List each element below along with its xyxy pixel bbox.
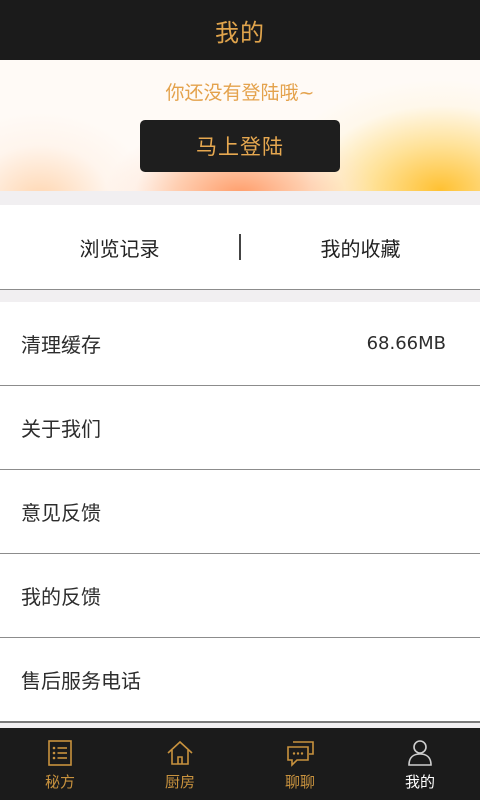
cache-size-value: 68.66MB <box>366 333 446 354</box>
login-banner: 你还没有登陆哦~ 马上登陆 <box>0 60 480 191</box>
feedback-label: 意见反馈 <box>21 501 101 525</box>
tab-recipes-label: 秘方 <box>44 773 75 791</box>
tab-recipes[interactable]: 秘方 <box>0 728 120 800</box>
login-button[interactable]: 马上登陆 <box>140 120 340 172</box>
about-us-label: 关于我们 <box>21 417 101 441</box>
tab-chat[interactable]: 聊聊 <box>240 728 360 800</box>
quick-links-row: 浏览记录 我的收藏 <box>0 205 480 290</box>
settings-list: 清理缓存 68.66MB 关于我们 意见反馈 我的反馈 售后服务电话 <box>0 302 480 723</box>
house-icon <box>167 740 193 765</box>
bottom-tab-bar: 秘方 厨房 聊聊 我的 <box>0 728 480 800</box>
tab-chat-label: 聊聊 <box>284 773 315 791</box>
login-prompt: 你还没有登陆哦~ <box>165 82 315 104</box>
tab-mine[interactable]: 我的 <box>360 728 480 800</box>
chat-icon <box>287 741 314 767</box>
page-title: 我的 <box>215 18 265 47</box>
about-us-row[interactable]: 关于我们 <box>0 386 480 470</box>
my-favorites-link[interactable]: 我的收藏 <box>241 233 480 262</box>
tab-mine-label: 我的 <box>404 773 435 791</box>
person-icon <box>408 740 432 766</box>
tab-kitchen[interactable]: 厨房 <box>120 728 240 800</box>
clear-cache-row[interactable]: 清理缓存 68.66MB <box>0 302 480 386</box>
service-phone-row[interactable]: 售后服务电话 <box>0 638 480 723</box>
my-feedback-label: 我的反馈 <box>21 585 101 609</box>
browse-history-link[interactable]: 浏览记录 <box>0 233 239 262</box>
service-phone-label: 售后服务电话 <box>21 669 141 693</box>
my-feedback-row[interactable]: 我的反馈 <box>0 554 480 638</box>
clear-cache-label: 清理缓存 <box>21 333 101 357</box>
feedback-row[interactable]: 意见反馈 <box>0 470 480 554</box>
list-icon <box>48 740 72 766</box>
tab-kitchen-label: 厨房 <box>164 773 195 791</box>
top-bar: 我的 <box>0 0 480 60</box>
